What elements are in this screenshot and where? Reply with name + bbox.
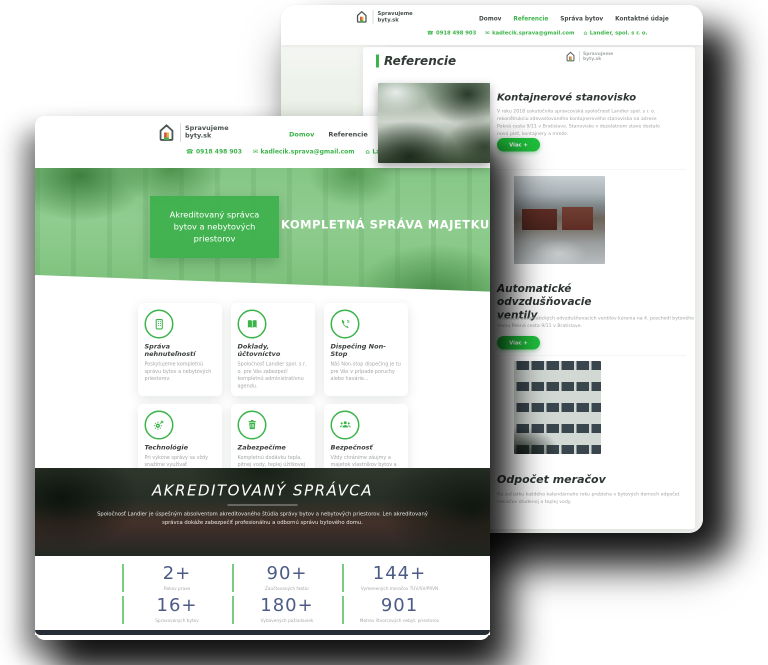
site-logo[interactable]: Spravujemebyty.sk bbox=[157, 123, 229, 142]
phone-link[interactable]: ☎0918 498 903 bbox=[427, 30, 476, 36]
reference-heading: Odpočet meračov bbox=[497, 473, 606, 487]
hero-section: Akreditovaný správca bytov a nebytových … bbox=[35, 168, 490, 298]
phone-icon: ☎ bbox=[186, 148, 193, 155]
feature-card: Dispečing Non-Stop Náš Non-stop dispečin… bbox=[324, 303, 408, 396]
logo-text: Spravujemebyty.sk bbox=[583, 51, 613, 61]
logo-text: Spravujemebyty.sk bbox=[185, 125, 229, 140]
title-accent-bar bbox=[376, 55, 379, 68]
reference-text: Inštalácia automatických odvzdušňovacích… bbox=[497, 315, 697, 330]
stats-row: 2+ Rokov praxe 90+ Zaúčtovaných faktúr 144… bbox=[122, 564, 490, 592]
stat-item: 16+ Spravovaných bytov bbox=[122, 596, 230, 624]
features-grid: Správa nehnuteľností Poskytujeme komplet… bbox=[138, 303, 408, 489]
card-title: Doklady, účtovníctvo bbox=[238, 343, 309, 358]
envelope-icon: ✉ bbox=[485, 30, 489, 36]
watermark-logo: Spravujemebyty.sk bbox=[565, 51, 613, 62]
house-logo-icon bbox=[157, 123, 176, 142]
nav-domov[interactable]: Domov bbox=[289, 131, 314, 146]
book-icon bbox=[238, 310, 267, 339]
card-title: Zabezpečíme bbox=[238, 444, 309, 452]
more-button[interactable]: Viac + bbox=[497, 138, 540, 152]
accredited-content: AKREDITOVANÝ SPRÁVCA Spoločnosť Landier … bbox=[35, 468, 490, 527]
stat-label: Vybavených požiadaviek bbox=[261, 618, 314, 623]
section-title: AKREDITOVANÝ SPRÁVCA bbox=[35, 482, 490, 500]
section-text: Spoločnosť Landier je úspešným absolvent… bbox=[93, 510, 433, 527]
logo-text: Spravujemebyty.sk bbox=[378, 11, 413, 23]
envelope-icon: ✉ bbox=[253, 148, 258, 155]
references-header: Spravujemebyty.sk Domov Referencie Správ… bbox=[281, 5, 703, 45]
stat-value: 144+ bbox=[373, 563, 426, 584]
building-icon: ⌂ bbox=[583, 30, 587, 36]
house-logo-icon bbox=[355, 10, 369, 24]
phone-icon: ☎ bbox=[427, 30, 434, 36]
nav-sprava-bytov[interactable]: Správa bytov bbox=[560, 15, 603, 22]
building-icon bbox=[145, 310, 174, 339]
stat-value: 2+ bbox=[163, 563, 192, 584]
stat-item: 901 Metrov štvorcových nebyt. priestorov bbox=[342, 596, 455, 624]
stat-item: 180+ Vybavených požiadaviek bbox=[232, 596, 340, 624]
feature-card: Správa nehnuteľností Poskytujeme komplet… bbox=[138, 303, 222, 396]
features-section: Správa nehnuteľností Poskytujeme komplet… bbox=[35, 298, 490, 468]
building-facade-photo bbox=[514, 361, 601, 454]
site-logo[interactable]: Spravujemebyty.sk bbox=[355, 10, 413, 24]
divider bbox=[228, 505, 298, 506]
rainy-street-photo bbox=[514, 176, 605, 264]
stat-label: Rokov praxe bbox=[164, 586, 190, 591]
hero-badge: Akreditovaný správca bytov a nebytových … bbox=[150, 196, 279, 258]
phone-link[interactable]: ☎0918 498 903 bbox=[186, 148, 242, 155]
reference-text: V roku 2018 uskutočnila správcovská spol… bbox=[497, 108, 672, 138]
house-logo-icon bbox=[565, 51, 576, 62]
page-title: Referencie bbox=[376, 54, 456, 68]
logo-divider bbox=[180, 123, 181, 142]
stat-label: Spravovaných bytov bbox=[155, 618, 199, 623]
stage: Spravujemebyty.sk Domov Referencie Správ… bbox=[0, 0, 768, 665]
card-title: Správa nehnuteľností bbox=[145, 343, 216, 358]
mockup-canvas: Spravujemebyty.sk Domov Referencie Správ… bbox=[0, 0, 768, 665]
email-link[interactable]: ✉kadlecik.sprava@gmail.com bbox=[253, 148, 355, 155]
card-text: Spoločnosť Landier spol. s r. o. pre Vás… bbox=[238, 361, 309, 390]
stat-item: 144+ Vymenených meračov TÚV/SV/PRVN bbox=[342, 564, 455, 592]
stat-value: 16+ bbox=[157, 595, 198, 616]
contact-row: ☎0918 498 903 ✉kadlecik.sprava@gmail.com… bbox=[427, 30, 647, 36]
stat-value: 901 bbox=[381, 595, 418, 616]
card-title: Bezpečnosť bbox=[331, 444, 402, 452]
company-link[interactable]: ⌂Landier, spol. s r. o. bbox=[583, 30, 647, 36]
card-title: Technológie bbox=[145, 444, 216, 452]
stat-label: Vymenených meračov TÚV/SV/PRVN bbox=[361, 586, 438, 591]
trash-icon bbox=[238, 410, 267, 439]
homepage-screenshot: Spravujemebyty.sk Domov Referencie Správ… bbox=[35, 116, 490, 640]
reference-heading: Kontajnerové stanovisko bbox=[497, 91, 636, 104]
stat-value: 180+ bbox=[260, 595, 313, 616]
stats-row: 16+ Spravovaných bytov 180+ Vybavených pož… bbox=[122, 596, 490, 624]
nav-kontaktne-udaje[interactable]: Kontaktné údaje bbox=[615, 15, 669, 22]
stat-item: 2+ Rokov praxe bbox=[122, 564, 230, 592]
stat-item: 90+ Zaúčtovaných faktúr bbox=[232, 564, 340, 592]
footer-strip bbox=[35, 630, 490, 635]
accredited-section: AKREDITOVANÝ SPRÁVCA Spoločnosť Landier … bbox=[35, 468, 490, 556]
logo-divider bbox=[579, 51, 580, 62]
nav-referencie[interactable]: Referencie bbox=[513, 15, 548, 22]
card-text: Náš Non-stop dispečing je tu pre Vás v p… bbox=[331, 361, 402, 383]
logo-divider bbox=[373, 10, 374, 24]
hero-typed-text: KOMPLETNÁ SPRÁVA MAJETKU bbox=[281, 218, 490, 232]
nav-domov[interactable]: Domov bbox=[479, 15, 501, 22]
container-stand-photo bbox=[378, 83, 490, 163]
reference-text: Na začiatku každého kalendárneho roku pr… bbox=[497, 491, 687, 506]
feature-card: Doklady, účtovníctvo Spoločnosť Landier … bbox=[231, 303, 315, 396]
people-icon bbox=[331, 410, 360, 439]
gears-icon bbox=[145, 410, 174, 439]
stat-label: Zaúčtovaných faktúr bbox=[265, 586, 309, 591]
stats-section: 2+ Rokov praxe 90+ Zaúčtovaných faktúr 144… bbox=[35, 556, 490, 635]
nav-referencie[interactable]: Referencie bbox=[328, 131, 367, 146]
email-link[interactable]: ✉kadlecik.sprava@gmail.com bbox=[485, 30, 574, 36]
more-button[interactable]: Viac + bbox=[497, 336, 540, 350]
stat-label: Metrov štvorcových nebyt. priestorov bbox=[360, 618, 439, 623]
main-nav: Domov Referencie Správa bytov Kontaktné … bbox=[479, 15, 669, 22]
phone-icon bbox=[331, 310, 360, 339]
stat-value: 90+ bbox=[267, 563, 308, 584]
card-title: Dispečing Non-Stop bbox=[331, 343, 402, 358]
building-icon: ⌂ bbox=[366, 148, 370, 155]
card-text: Poskytujeme kompletnú správu bytov a neb… bbox=[145, 361, 216, 383]
